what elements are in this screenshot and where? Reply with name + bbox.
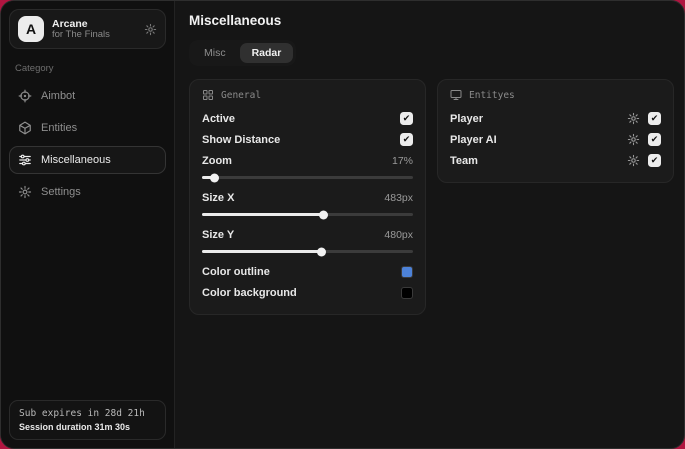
sidebar-item-label: Settings xyxy=(41,186,81,198)
entity-row-player: Player ✔ xyxy=(450,108,661,129)
tab-misc[interactable]: Misc xyxy=(192,43,238,63)
check-icon: ✔ xyxy=(402,113,411,123)
check-icon: ✔ xyxy=(650,134,659,144)
team-checkbox[interactable]: ✔ xyxy=(648,154,661,167)
page-title: Miscellaneous xyxy=(189,13,282,28)
entities-panel-header: Entityes xyxy=(450,89,661,101)
setting-label: Active xyxy=(202,112,236,125)
size-x-slider[interactable] xyxy=(202,210,413,219)
slider-fill xyxy=(202,247,327,256)
active-checkbox[interactable]: ✔ xyxy=(400,112,413,125)
grid-icon xyxy=(203,90,213,100)
setting-row-show-distance: Show Distance ✔ xyxy=(202,129,413,150)
entity-row-team: Team ✔ xyxy=(450,150,661,171)
sidebar-item-settings[interactable]: Settings xyxy=(9,178,166,206)
gear-icon[interactable] xyxy=(627,133,640,146)
color-outline-swatch[interactable] xyxy=(401,265,413,278)
session-duration-text: Session duration 31m 30s xyxy=(19,422,131,432)
check-icon: ✔ xyxy=(650,155,659,165)
entity-controls: ✔ xyxy=(627,154,661,167)
zoom-value: 17% xyxy=(391,154,413,167)
sidebar-item-entities[interactable]: Entities xyxy=(9,114,166,142)
crosshair-icon xyxy=(18,89,32,103)
gear-icon[interactable] xyxy=(627,154,640,167)
size-y-value: 480px xyxy=(384,228,413,241)
sidebar: A Arcane for The Finals Category Aimbot xyxy=(1,1,175,448)
setting-row-active: Active ✔ xyxy=(202,108,413,129)
entity-controls: ✔ xyxy=(627,112,661,125)
monitor-icon xyxy=(450,90,462,100)
setting-label: Color background xyxy=(202,286,297,299)
app-window: A Arcane for The Finals Category Aimbot xyxy=(0,0,685,449)
entity-label: Player AI xyxy=(450,133,497,146)
sidebar-item-label: Aimbot xyxy=(41,90,76,102)
setting-row-zoom: Zoom 17% xyxy=(202,150,413,171)
slider-thumb[interactable] xyxy=(317,247,327,256)
setting-label: Size Y xyxy=(202,228,235,241)
sidebar-item-miscellaneous[interactable]: Miscellaneous xyxy=(9,146,166,174)
category-label: Category xyxy=(15,63,54,74)
general-panel: General Active ✔ Show Distance ✔ Zoom 17… xyxy=(189,79,426,315)
gear-icon[interactable] xyxy=(627,112,640,125)
app-logo: A xyxy=(18,16,44,42)
general-panel-header: General xyxy=(202,89,413,101)
setting-row-color-outline: Color outline xyxy=(202,261,413,282)
check-icon: ✔ xyxy=(402,134,411,144)
entity-label: Team xyxy=(450,154,478,167)
entities-panel: Entityes Player ✔ Player AI ✔ Team ✔ xyxy=(437,79,674,183)
sidebar-item-label: Miscellaneous xyxy=(41,154,111,166)
setting-row-size-y: Size Y 480px xyxy=(202,224,413,245)
zoom-slider[interactable] xyxy=(202,173,413,182)
slider-fill xyxy=(202,173,219,182)
tab-group: Misc Radar xyxy=(189,40,297,66)
color-background-swatch[interactable] xyxy=(401,286,413,299)
slider-fill xyxy=(202,210,329,219)
gear-icon xyxy=(18,185,32,199)
app-name: Arcane xyxy=(52,17,88,30)
app-header-card: A Arcane for The Finals xyxy=(9,9,166,49)
check-icon: ✔ xyxy=(650,113,659,123)
sliders-icon xyxy=(18,153,32,167)
size-x-value: 483px xyxy=(384,191,413,204)
player-ai-checkbox[interactable]: ✔ xyxy=(648,133,661,146)
slider-thumb[interactable] xyxy=(209,173,219,182)
sidebar-item-aimbot[interactable]: Aimbot xyxy=(9,82,166,110)
main-content: Miscellaneous Misc Radar General Active xyxy=(175,1,684,448)
entity-row-player-ai: Player AI ✔ xyxy=(450,129,661,150)
player-checkbox[interactable]: ✔ xyxy=(648,112,661,125)
cube-icon xyxy=(18,121,32,135)
gear-icon[interactable] xyxy=(144,23,157,36)
show-distance-checkbox[interactable]: ✔ xyxy=(400,133,413,146)
setting-label: Show Distance xyxy=(202,133,281,146)
tab-radar[interactable]: Radar xyxy=(239,43,294,63)
panels: General Active ✔ Show Distance ✔ Zoom 17… xyxy=(189,79,674,315)
sidebar-item-label: Entities xyxy=(41,122,78,134)
entities-panel-title: Entityes xyxy=(469,89,515,101)
setting-label: Zoom xyxy=(202,154,232,167)
app-subtitle: for The Finals xyxy=(52,28,110,40)
slider-thumb[interactable] xyxy=(319,210,329,219)
general-panel-title: General xyxy=(221,89,262,101)
subscription-card: Sub expires in 28d 21h Session duration … xyxy=(9,400,166,440)
setting-label: Size X xyxy=(202,191,235,204)
setting-label: Color outline xyxy=(202,265,270,278)
sub-expiry-text: Sub expires in 28d 21h xyxy=(19,408,145,419)
entity-controls: ✔ xyxy=(627,133,661,146)
setting-row-size-x: Size X 483px xyxy=(202,187,413,208)
app-meta: Arcane for The Finals xyxy=(52,18,136,41)
setting-row-color-background: Color background xyxy=(202,282,413,303)
entity-label: Player xyxy=(450,112,484,125)
size-y-slider[interactable] xyxy=(202,247,413,256)
